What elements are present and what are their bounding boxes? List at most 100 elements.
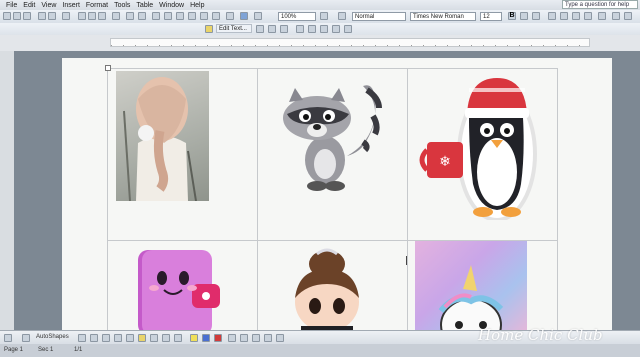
help-search-input[interactable]: Type a question for help: [562, 0, 638, 9]
vertical-ruler[interactable]: [0, 51, 15, 333]
italic-icon[interactable]: [520, 12, 528, 20]
drawing-icon[interactable]: [212, 12, 220, 20]
underline-icon[interactable]: [532, 12, 540, 20]
new-document-icon[interactable]: [3, 12, 11, 20]
insert-wordart-icon[interactable]: [205, 25, 213, 33]
pink-notebook-picture[interactable]: [132, 248, 222, 333]
rectangle-icon[interactable]: [102, 334, 110, 342]
justify-icon[interactable]: [584, 12, 592, 20]
pink-notebook-illustration: [138, 250, 220, 333]
text-wrapping-icon[interactable]: [296, 25, 304, 33]
dash-style-icon[interactable]: [240, 334, 248, 342]
font-select[interactable]: Times New Roman: [410, 12, 476, 21]
redo-icon[interactable]: [138, 12, 146, 20]
oval-icon[interactable]: [114, 334, 122, 342]
font-size-select[interactable]: 12: [480, 12, 502, 21]
menu-bar: File Edit View Insert Format Tools Table…: [0, 0, 640, 10]
table-border-right: [557, 68, 558, 333]
ruler-scale: [110, 38, 590, 47]
shadow-style-icon[interactable]: [264, 334, 272, 342]
standard-toolbar: 100% Normal Times New Roman 12 B: [0, 10, 640, 24]
document-map-icon[interactable]: [226, 12, 234, 20]
unicorn-illustration: [438, 265, 504, 333]
diagram-icon[interactable]: [150, 334, 158, 342]
align-right-icon[interactable]: [572, 12, 580, 20]
copy-icon[interactable]: [88, 12, 96, 20]
select-objects-icon[interactable]: [22, 334, 30, 342]
document-page[interactable]: ❄: [62, 58, 612, 333]
wordart-gallery-icon[interactable]: [256, 25, 264, 33]
character-spacing-icon[interactable]: [344, 25, 352, 33]
table-move-handle-icon[interactable]: [105, 65, 111, 71]
edit-text-button[interactable]: Edit Text...: [216, 24, 252, 33]
paragraph-mark-icon[interactable]: [254, 12, 262, 20]
cut-icon[interactable]: [78, 12, 86, 20]
menu-table[interactable]: Table: [136, 2, 153, 9]
insert-table-icon[interactable]: [176, 12, 184, 20]
paste-icon[interactable]: [98, 12, 106, 20]
format-wordart-icon[interactable]: [268, 25, 276, 33]
insert-picture-icon[interactable]: [174, 334, 182, 342]
tables-borders-icon[interactable]: [164, 12, 172, 20]
show-hide-icon[interactable]: [240, 12, 248, 20]
draw-menu-icon[interactable]: [4, 334, 12, 342]
zoom-select[interactable]: 100%: [278, 12, 316, 21]
unicorn-picture[interactable]: [415, 241, 527, 333]
same-letter-heights-icon[interactable]: [308, 25, 316, 33]
menu-format[interactable]: Format: [86, 2, 108, 9]
help-icon[interactable]: [320, 12, 328, 20]
alignment-icon[interactable]: [332, 25, 340, 33]
align-left-icon[interactable]: [548, 12, 556, 20]
table-border-top: [107, 68, 558, 69]
penguin-mug-picture[interactable]: ❄: [417, 74, 547, 220]
columns-icon[interactable]: [200, 12, 208, 20]
save-icon[interactable]: [23, 12, 31, 20]
arrow-icon[interactable]: [90, 334, 98, 342]
status-position: 1/1: [74, 347, 83, 353]
3d-style-icon[interactable]: [276, 334, 284, 342]
menu-tools[interactable]: Tools: [114, 2, 130, 9]
print-icon[interactable]: [38, 12, 46, 20]
status-page: Page 1: [4, 347, 24, 353]
menu-help[interactable]: Help: [190, 2, 204, 9]
open-icon[interactable]: [13, 12, 21, 20]
fill-color-icon[interactable]: [190, 334, 198, 342]
clip-art-icon[interactable]: [162, 334, 170, 342]
table-border-left: [107, 68, 108, 333]
svg-text:❄: ❄: [439, 154, 451, 170]
hyperlink-icon[interactable]: [152, 12, 160, 20]
style-select[interactable]: Normal: [352, 12, 406, 21]
menu-file[interactable]: File: [6, 2, 17, 9]
watermark-text: Home Chic Club: [478, 326, 603, 344]
line-color-icon[interactable]: [202, 334, 210, 342]
autoshapes-menu[interactable]: AutoShapes: [36, 334, 69, 340]
align-center-icon[interactable]: [560, 12, 568, 20]
raccoon-picture[interactable]: [267, 78, 402, 196]
audrey-doll-picture[interactable]: [287, 246, 367, 333]
bullets-icon[interactable]: [624, 12, 632, 20]
bold-icon[interactable]: B: [508, 12, 516, 20]
spelling-icon[interactable]: [62, 12, 70, 20]
horizontal-ruler[interactable]: [0, 35, 640, 52]
arrow-style-icon[interactable]: [252, 334, 260, 342]
textbox-icon[interactable]: [126, 334, 134, 342]
girl-braid-picture[interactable]: [116, 71, 209, 201]
insert-excel-icon[interactable]: [188, 12, 196, 20]
line-icon[interactable]: [78, 334, 86, 342]
font-color-icon[interactable]: [214, 334, 222, 342]
menu-edit[interactable]: Edit: [23, 2, 35, 9]
vertical-text-icon[interactable]: [320, 25, 328, 33]
menu-window[interactable]: Window: [159, 2, 184, 9]
menu-insert[interactable]: Insert: [62, 2, 80, 9]
line-spacing-icon[interactable]: [598, 12, 606, 20]
menu-view[interactable]: View: [41, 2, 56, 9]
wordart-shape-icon[interactable]: [280, 25, 288, 33]
print-preview-icon[interactable]: [48, 12, 56, 20]
undo-icon[interactable]: [126, 12, 134, 20]
line-style-icon[interactable]: [228, 334, 236, 342]
numbering-icon[interactable]: [612, 12, 620, 20]
format-painter-icon[interactable]: [112, 12, 120, 20]
insert-wordart-draw-icon[interactable]: [138, 334, 146, 342]
styles-icon[interactable]: [338, 12, 346, 20]
text-cursor: [406, 256, 407, 265]
